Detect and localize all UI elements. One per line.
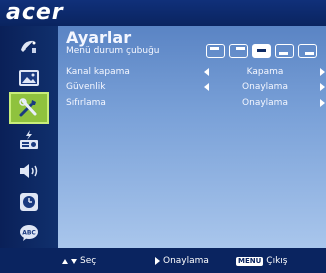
sidebar-item-language[interactable]: ABC (13, 217, 45, 249)
select-hint: Seç (62, 256, 96, 266)
reset-right-arrow-icon[interactable] (320, 99, 325, 107)
header: acer (0, 0, 326, 26)
menu-position-bottom-right-option[interactable] (298, 44, 317, 58)
confirm-hint-label: Onaylama (163, 256, 209, 266)
satellite-dish-icon (18, 37, 40, 55)
sidebar-item-power[interactable] (13, 124, 45, 156)
sidebar: ABC (0, 26, 58, 248)
timer-clock-icon (18, 193, 40, 211)
security-left-arrow-icon[interactable] (204, 83, 209, 91)
channel-lock-value[interactable]: Kapama (228, 67, 302, 77)
audio-speaker-icon (18, 162, 40, 180)
power-management-icon (18, 130, 40, 149)
security-right-arrow-icon[interactable] (320, 83, 325, 91)
picture-icon (18, 69, 40, 87)
exit-hint-label: Çıkış (266, 256, 288, 266)
menu-position-top-left-option[interactable] (206, 44, 225, 58)
up-arrow-icon (62, 258, 68, 264)
settings-tools-icon (18, 98, 40, 117)
security-label: Güvenlik (66, 82, 106, 92)
select-hint-label: Seç (80, 256, 97, 266)
reset-value[interactable]: Onaylama (228, 98, 302, 108)
footer-hint-bar: Seç Onaylama MENU Çıkış (0, 248, 326, 273)
security-value[interactable]: Onaylama (228, 82, 302, 92)
menu-position-center-option[interactable] (252, 44, 271, 58)
language-abc-icon: ABC (18, 224, 40, 242)
channel-lock-label: Kanal kapama (66, 67, 130, 77)
sidebar-item-satellite[interactable] (13, 30, 45, 62)
sidebar-item-audio[interactable] (13, 155, 45, 187)
sidebar-item-picture[interactable] (13, 62, 45, 94)
confirm-hint: Onaylama (155, 256, 209, 266)
sidebar-item-settings[interactable] (9, 92, 49, 124)
menu-position-options (206, 44, 317, 58)
channel-lock-right-arrow-icon[interactable] (320, 68, 325, 76)
exit-hint: MENU Çıkış (236, 256, 287, 266)
page-title: Ayarlar (66, 28, 132, 47)
svg-text:ABC: ABC (22, 230, 36, 237)
right-arrow-icon (155, 257, 160, 265)
reset-label: Sıfırlama (66, 98, 106, 108)
acer-logo: acer (6, 0, 64, 25)
down-arrow-icon (71, 258, 77, 264)
menu-key-icon: MENU (236, 256, 264, 266)
menu-position-label: Menü durum çubuğu (66, 46, 160, 56)
menu-position-bottom-left-option[interactable] (275, 44, 294, 58)
menu-position-top-right-option[interactable] (229, 44, 248, 58)
sidebar-item-timer[interactable] (13, 186, 45, 218)
channel-lock-left-arrow-icon[interactable] (204, 68, 209, 76)
settings-panel: Ayarlar Menü durum çubuğu Kanal kapama K… (58, 26, 326, 248)
